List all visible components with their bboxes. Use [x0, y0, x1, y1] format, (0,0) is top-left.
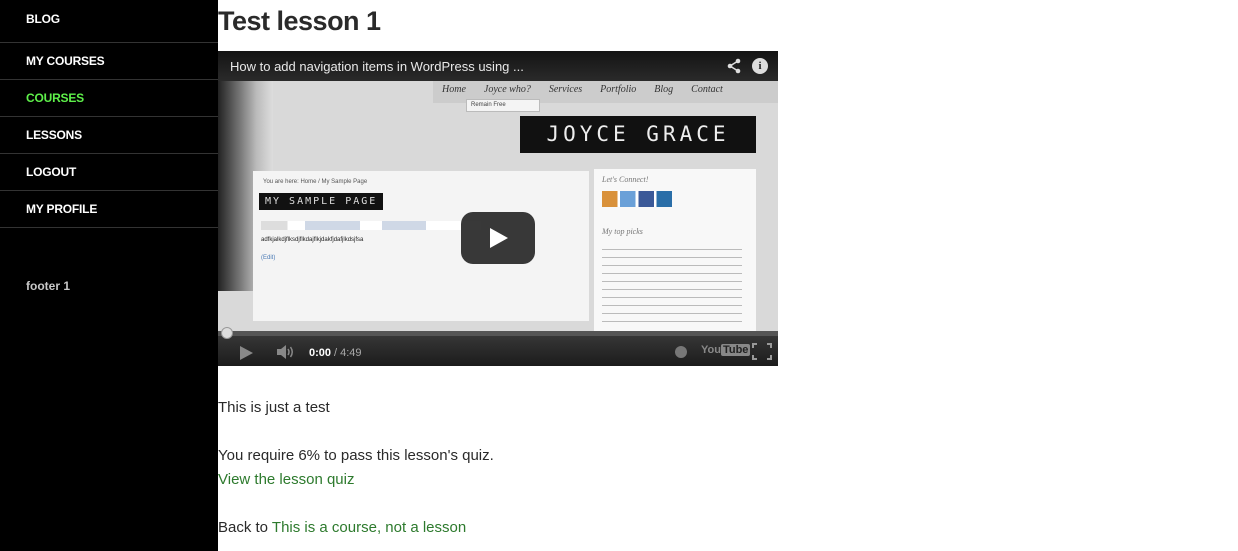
video-title[interactable]: How to add navigation items in WordPress… — [230, 59, 524, 74]
nav-label-my-courses[interactable]: MY COURSES — [26, 55, 105, 67]
video-progress-bar[interactable] — [218, 327, 778, 339]
thumbnail-content: You are here: Home / My Sample Page MY S… — [253, 171, 589, 321]
course-link[interactable]: This is a course, not a lesson — [272, 519, 466, 536]
thumbnail-side-heading: Let's Connect! — [602, 175, 649, 184]
nav-label-my-profile[interactable]: MY PROFILE — [26, 203, 97, 215]
video-controls: 0:00 / 4:49 You Tube — [218, 327, 778, 366]
nav-label-blog[interactable]: BLOG — [26, 13, 60, 25]
play-icon[interactable] — [240, 346, 253, 360]
sidebar-footer-text: footer 1 — [26, 279, 71, 293]
nav-item-blog[interactable]: BLOG — [0, 0, 218, 43]
thumbnail-submenu: Remain Free — [466, 99, 540, 112]
thumbnail-social-icons — [602, 191, 672, 207]
nav-item-my-courses[interactable]: MY COURSES — [0, 43, 218, 80]
youtube-logo-tube: Tube — [720, 344, 751, 356]
thumbnail-menu-item: Portfolio — [600, 84, 637, 95]
current-time: 0:00 — [309, 347, 332, 359]
thumbnail-brand: JOYCE GRACE — [520, 116, 756, 153]
volume-icon[interactable] — [277, 345, 295, 359]
view-quiz-link[interactable]: View the lesson quiz — [218, 471, 354, 488]
video-player[interactable]: Home Joyce who? Services Portfolio Blog Conta… — [218, 51, 778, 366]
nav-item-logout[interactable]: LOGOUT — [0, 154, 218, 191]
nav-label-courses[interactable]: COURSES — [26, 92, 84, 104]
thumbnail-menu-item: Contact — [691, 84, 723, 95]
back-to-course: Back to This is a course, not a lesson — [218, 519, 466, 536]
thumbnail-side-text — [602, 245, 742, 325]
thumbnail-breadcrumb: You are here: Home / My Sample Page — [263, 179, 368, 185]
thumbnail-sidebar: Let's Connect! My top picks — [594, 169, 756, 331]
nav-item-lessons[interactable]: LESSONS — [0, 117, 218, 154]
lesson-intro-text: This is just a test — [218, 399, 330, 416]
watch-later-icon[interactable] — [675, 346, 687, 358]
thumbnail-menu-item: Services — [548, 84, 583, 95]
nav-label-lessons[interactable]: LESSONS — [26, 129, 82, 141]
back-prefix: Back to — [218, 519, 272, 536]
thumbnail-edit-link: (Edit) — [261, 255, 276, 261]
nav-item-my-profile[interactable]: MY PROFILE — [0, 191, 218, 228]
nav-item-courses[interactable]: COURSES — [0, 80, 218, 117]
thumbnail-social-bar — [261, 221, 481, 230]
video-title-bar: How to add navigation items in WordPress… — [218, 51, 778, 81]
thumbnail-menu-item: Home — [442, 84, 466, 95]
progress-scrubber[interactable] — [221, 327, 233, 339]
total-time: / 4:49 — [334, 347, 362, 359]
nav-label-logout[interactable]: LOGOUT — [26, 166, 76, 178]
thumbnail-body-text: adfkjalkdjflksdjflkdajflkjdakfjdafjlkdsj… — [261, 237, 364, 243]
youtube-logo[interactable]: You Tube — [701, 344, 751, 356]
page-title: Test lesson 1 — [218, 6, 381, 36]
sidebar-nav: BLOG MY COURSES COURSES LESSONS LOGOUT M… — [0, 0, 218, 228]
info-icon[interactable]: i — [752, 58, 768, 74]
sidebar: BLOG MY COURSES COURSES LESSONS LOGOUT M… — [0, 0, 218, 551]
large-play-icon[interactable] — [461, 212, 535, 264]
share-icon[interactable] — [726, 58, 742, 74]
quiz-requirement-text: You require 6% to pass this lesson's qui… — [218, 447, 494, 464]
thumbnail-menu-item: Blog — [654, 84, 674, 95]
thumbnail-menu-item: Joyce who? — [483, 84, 531, 95]
thumbnail-side-heading: My top picks — [602, 227, 643, 236]
main-content: Test lesson 1 Home Joyce who? Services Port… — [218, 0, 1238, 551]
thumbnail-heading: MY SAMPLE PAGE — [259, 193, 384, 210]
video-thumbnail[interactable]: Home Joyce who? Services Portfolio Blog Conta… — [218, 81, 778, 331]
fullscreen-icon[interactable] — [752, 343, 772, 360]
youtube-logo-you: You — [701, 344, 721, 356]
